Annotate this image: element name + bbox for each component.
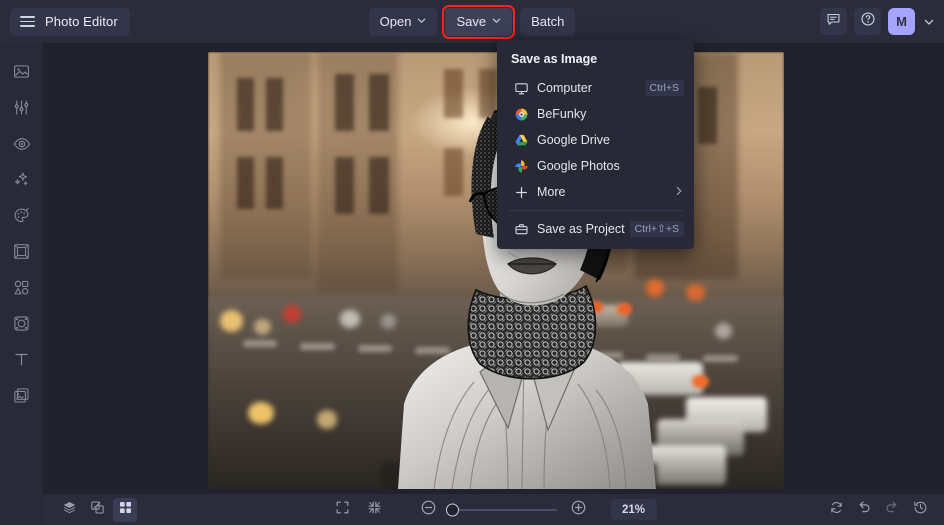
menu-item-google-photos-label: Google Photos bbox=[537, 159, 620, 173]
menu-item-google-photos[interactable]: Google Photos bbox=[497, 153, 694, 179]
chevron-down-icon bbox=[417, 16, 426, 25]
eye-icon bbox=[12, 134, 32, 159]
reset-button[interactable] bbox=[824, 498, 848, 522]
sidebar-item-overlays[interactable] bbox=[0, 308, 43, 344]
collapse-icon bbox=[367, 500, 382, 520]
photo-editor-app: Photo Editor Open Save Batch M Save as I… bbox=[0, 0, 944, 525]
google-photos-icon bbox=[511, 159, 531, 174]
header-right-group: M bbox=[820, 0, 936, 43]
batch-button[interactable]: Batch bbox=[520, 7, 576, 36]
menu-divider bbox=[509, 210, 684, 211]
photo-image[interactable] bbox=[208, 52, 784, 489]
menu-item-more[interactable]: More bbox=[497, 179, 694, 205]
save-button[interactable]: Save bbox=[442, 4, 516, 39]
textures-icon bbox=[12, 386, 31, 410]
sliders-icon bbox=[12, 98, 31, 122]
bottom-right-tools bbox=[824, 498, 932, 522]
editor-canvas[interactable] bbox=[43, 43, 944, 494]
app-title: Photo Editor bbox=[45, 14, 118, 29]
sidebar-item-retouch[interactable] bbox=[0, 128, 43, 164]
help-button[interactable] bbox=[854, 8, 881, 35]
shapes-icon bbox=[12, 278, 31, 302]
palette-icon bbox=[12, 206, 31, 230]
undo-button[interactable] bbox=[852, 498, 876, 522]
batch-button-label: Batch bbox=[531, 14, 565, 29]
hamburger-icon bbox=[20, 16, 35, 27]
fit-screen-button[interactable] bbox=[331, 498, 355, 522]
menu-item-save-as-project[interactable]: Save as Project Ctrl+⇧+S bbox=[497, 216, 694, 242]
befunky-icon bbox=[511, 107, 531, 122]
sidebar-item-frames[interactable] bbox=[0, 236, 43, 272]
menu-item-save-as-project-label: Save as Project bbox=[537, 222, 625, 236]
menu-item-computer[interactable]: Computer Ctrl+S bbox=[497, 75, 694, 101]
overlay-frame-icon bbox=[12, 314, 31, 338]
menu-item-computer-label: Computer bbox=[537, 81, 592, 95]
avatar[interactable]: M bbox=[888, 8, 915, 35]
zoom-in-button[interactable] bbox=[567, 498, 591, 522]
open-button[interactable]: Open bbox=[368, 7, 438, 36]
account-chevron-down-icon[interactable] bbox=[922, 17, 936, 27]
zoom-slider-knob[interactable] bbox=[445, 503, 459, 516]
sidebar-item-textures[interactable] bbox=[0, 380, 43, 416]
chevron-right-icon bbox=[674, 185, 684, 199]
redo-icon bbox=[884, 499, 900, 520]
menu-item-computer-shortcut: Ctrl+S bbox=[644, 80, 684, 96]
sparkles-icon bbox=[12, 170, 31, 194]
chevron-down-icon bbox=[492, 16, 501, 25]
sketched-portrait-subject bbox=[398, 106, 656, 489]
menu-item-google-drive[interactable]: Google Drive bbox=[497, 127, 694, 153]
frame-icon bbox=[12, 242, 31, 266]
plus-icon bbox=[511, 185, 531, 200]
menu-item-befunky[interactable]: BeFunky bbox=[497, 101, 694, 127]
save-dropdown-menu: Save as Image Computer Ctrl+S BeFunky Go… bbox=[497, 40, 694, 249]
redo-button[interactable] bbox=[880, 498, 904, 522]
sidebar-item-effects[interactable] bbox=[0, 164, 43, 200]
feedback-icon bbox=[826, 12, 841, 32]
briefcase-icon bbox=[511, 222, 531, 237]
menu-item-google-drive-label: Google Drive bbox=[537, 133, 610, 147]
google-drive-icon bbox=[511, 133, 531, 148]
image-icon bbox=[12, 62, 31, 86]
zoom-in-icon bbox=[570, 499, 587, 521]
computer-icon bbox=[511, 81, 531, 96]
header-tools: Open Save Batch bbox=[0, 0, 944, 43]
feedback-button[interactable] bbox=[820, 8, 847, 35]
save-button-label: Save bbox=[456, 14, 487, 29]
sidebar-item-graphics[interactable] bbox=[0, 272, 43, 308]
zoom-out-button[interactable] bbox=[417, 498, 441, 522]
sidebar-item-text[interactable] bbox=[0, 344, 43, 380]
zoom-out-icon bbox=[420, 499, 437, 521]
expand-icon bbox=[335, 500, 350, 520]
history-button[interactable] bbox=[908, 498, 932, 522]
app-header: Photo Editor Open Save Batch M bbox=[0, 0, 944, 43]
reset-icon bbox=[829, 500, 844, 520]
left-sidebar bbox=[0, 43, 43, 525]
zoom-slider-track[interactable] bbox=[445, 503, 557, 516]
sidebar-item-image[interactable] bbox=[0, 56, 43, 92]
open-button-label: Open bbox=[379, 14, 412, 29]
text-icon bbox=[12, 350, 31, 374]
menu-item-befunky-label: BeFunky bbox=[537, 107, 587, 121]
actual-size-button[interactable] bbox=[363, 498, 387, 522]
zoom-level-label[interactable]: 21% bbox=[610, 499, 657, 520]
undo-icon bbox=[856, 499, 872, 520]
help-icon bbox=[860, 11, 876, 32]
sidebar-item-edit[interactable] bbox=[0, 92, 43, 128]
history-icon bbox=[913, 500, 928, 520]
zoom-controls: 21% bbox=[43, 498, 944, 522]
brand-menu-button[interactable]: Photo Editor bbox=[10, 7, 130, 36]
zoom-slider[interactable] bbox=[445, 503, 559, 516]
sidebar-item-artsy[interactable] bbox=[0, 200, 43, 236]
bottom-toolbar: 21% bbox=[43, 494, 944, 525]
menu-item-more-label: More bbox=[537, 185, 566, 199]
menu-item-save-as-project-shortcut: Ctrl+⇧+S bbox=[629, 221, 684, 237]
menu-title: Save as Image bbox=[511, 52, 598, 66]
